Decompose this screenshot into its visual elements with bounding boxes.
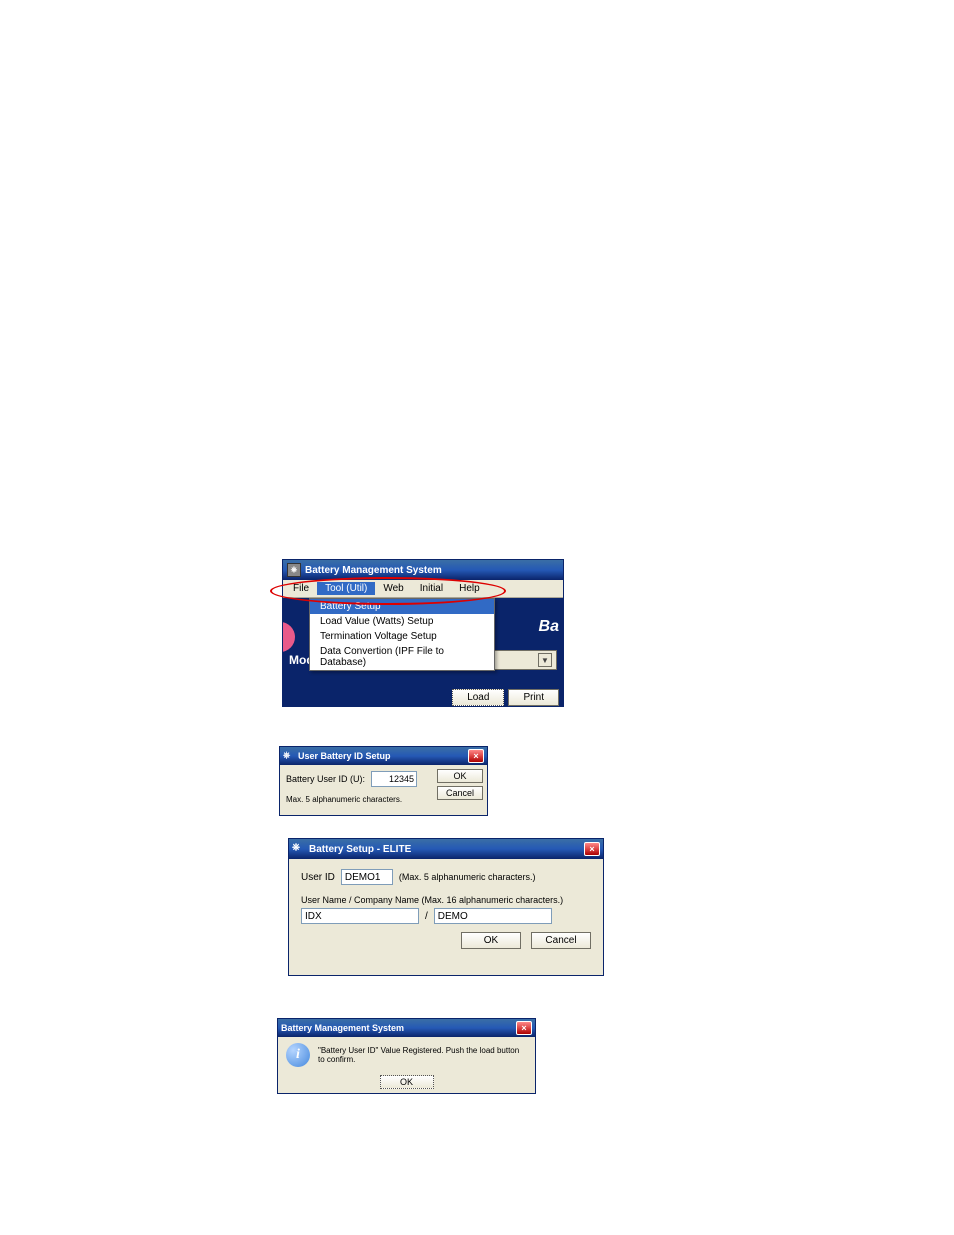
- titlebar: Battery Management System ×: [278, 1019, 535, 1037]
- battery-user-id-input[interactable]: [371, 771, 417, 787]
- window-title: Battery Management System: [305, 565, 442, 576]
- dialog-body: i "Battery User ID" Value Registered. Pu…: [278, 1037, 535, 1073]
- titlebar: ⎈ Battery Management System: [283, 560, 563, 580]
- decorative-circle: [282, 622, 295, 652]
- menu-battery-setup[interactable]: Battery Setup: [310, 599, 494, 614]
- user-name-input[interactable]: [301, 908, 419, 924]
- titlebar: ⎈ User Battery ID Setup ×: [280, 747, 487, 765]
- slash-separator: /: [425, 911, 428, 922]
- info-icon: i: [286, 1043, 310, 1067]
- message-text: "Battery User ID" Value Registered. Push…: [318, 1046, 527, 1064]
- menu-data-conversion[interactable]: Data Convertion (IPF File to Database): [310, 644, 494, 670]
- menu-web[interactable]: Web: [375, 582, 411, 595]
- close-button[interactable]: ×: [584, 842, 600, 856]
- dropdown-arrow-icon: ▼: [538, 653, 552, 667]
- battery-management-window: ⎈ Battery Management System File Tool (U…: [282, 559, 564, 707]
- company-name-input[interactable]: [434, 908, 552, 924]
- menubar: File Tool (Util) Web Initial Help: [283, 580, 563, 598]
- app-icon: ⎈: [283, 750, 295, 762]
- menu-help[interactable]: Help: [451, 582, 488, 595]
- user-id-input[interactable]: [341, 869, 393, 885]
- user-id-hint: (Max. 5 alphanumeric characters.): [399, 872, 536, 882]
- dialog-title: User Battery ID Setup: [298, 751, 391, 761]
- menu-initial[interactable]: Initial: [412, 582, 451, 595]
- print-button[interactable]: Print: [508, 689, 559, 706]
- menu-tool[interactable]: Tool (Util): [317, 582, 375, 595]
- ok-button[interactable]: OK: [437, 769, 483, 783]
- menu-load-value-setup[interactable]: Load Value (Watts) Setup: [310, 614, 494, 629]
- battery-setup-elite-dialog: ⎈ Battery Setup - ELITE × User ID (Max. …: [288, 838, 604, 976]
- dialog-body: Battery User ID (U): Max. 5 alphanumeric…: [280, 765, 487, 817]
- name-company-label: User Name / Company Name (Max. 16 alphan…: [301, 895, 591, 905]
- app-icon: ⎈: [292, 842, 306, 856]
- dialog-body: User ID (Max. 5 alphanumeric characters.…: [289, 859, 603, 959]
- cancel-button[interactable]: Cancel: [531, 932, 591, 949]
- close-button[interactable]: ×: [468, 749, 484, 763]
- titlebar: ⎈ Battery Setup - ELITE ×: [289, 839, 603, 859]
- menu-file[interactable]: File: [285, 582, 317, 595]
- close-button[interactable]: ×: [516, 1021, 532, 1035]
- dialog-title: Battery Setup - ELITE: [309, 844, 411, 855]
- logo-text: Ba: [539, 618, 559, 636]
- app-icon: ⎈: [287, 563, 301, 577]
- ok-button[interactable]: OK: [461, 932, 521, 949]
- user-id-label: User ID: [301, 872, 335, 883]
- battery-user-id-label: Battery User ID (U):: [286, 774, 365, 784]
- dialog-title: Battery Management System: [281, 1023, 404, 1033]
- button-row: Load Print: [452, 689, 559, 706]
- tool-dropdown: Battery Setup Load Value (Watts) Setup T…: [309, 598, 495, 671]
- confirmation-dialog: Battery Management System × i "Battery U…: [277, 1018, 536, 1094]
- cancel-button[interactable]: Cancel: [437, 786, 483, 800]
- load-button[interactable]: Load: [452, 689, 504, 706]
- menu-termination-voltage[interactable]: Termination Voltage Setup: [310, 629, 494, 644]
- ok-button[interactable]: OK: [380, 1075, 434, 1089]
- user-battery-id-dialog: ⎈ User Battery ID Setup × Battery User I…: [279, 746, 488, 816]
